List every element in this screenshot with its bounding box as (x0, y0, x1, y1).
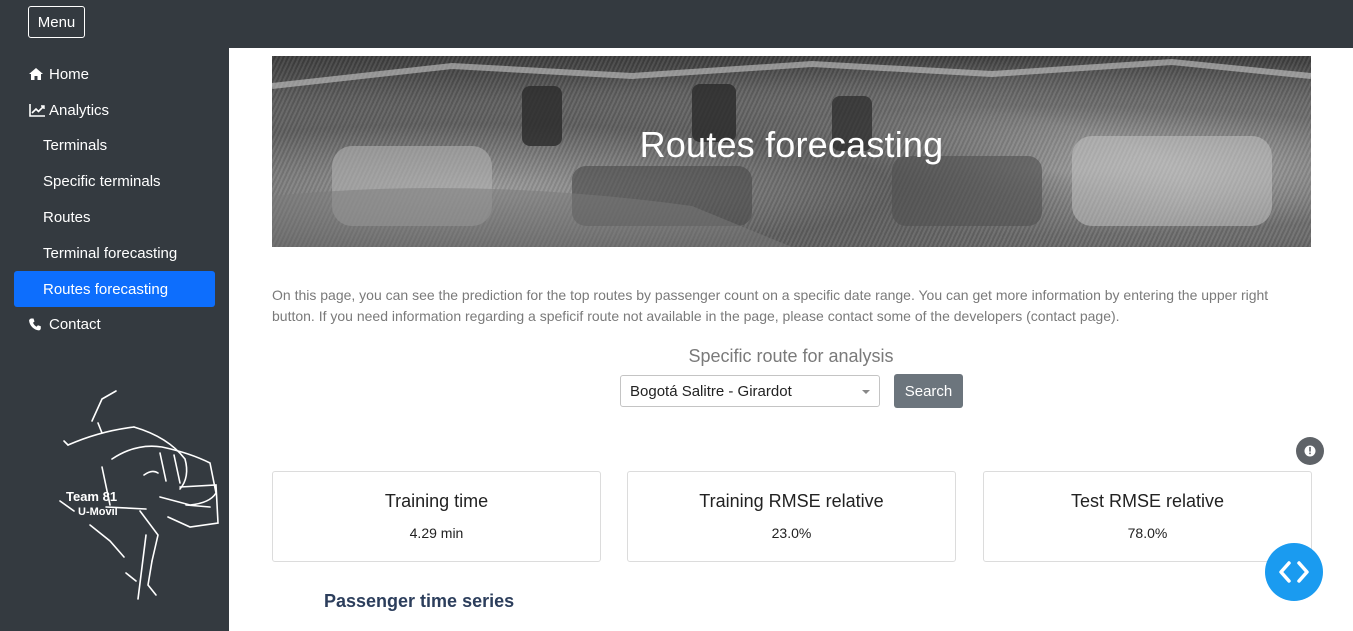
info-icon (1304, 445, 1316, 457)
main-content: Routes forecasting On this page, you can… (229, 48, 1353, 631)
metric-title: Training time (384, 491, 489, 511)
menu-button[interactable]: Menu (28, 6, 85, 38)
search-button[interactable]: Search (894, 374, 963, 408)
metric-value: 4.29 min (409, 525, 464, 541)
metric-title: Test RMSE relative (1070, 491, 1225, 511)
sidebar-item-label: Analytics (49, 101, 110, 119)
metric-value: 78.0% (1127, 525, 1168, 541)
sidebar-item-label: Home (49, 65, 90, 83)
sidebar: Home Analytics Terminals Specific termin… (0, 48, 229, 631)
page-title: Routes forecasting (639, 124, 944, 165)
info-button[interactable] (1296, 437, 1324, 465)
code-toggle-button[interactable] (1265, 543, 1323, 601)
metric-value: 23.0% (771, 525, 812, 541)
sidebar-item-routes[interactable]: Routes (14, 199, 215, 235)
metric-card-test-rmse: Test RMSE relative 78.0% (983, 471, 1312, 562)
sidebar-item-label: Terminals (43, 136, 108, 154)
route-select[interactable]: Bogotá Salitre - Girardot (620, 375, 880, 407)
home-icon (29, 67, 45, 81)
chart-line-icon (29, 103, 45, 117)
sidebar-item-routes-forecasting[interactable]: Routes forecasting (14, 271, 215, 307)
sidebar-item-label: Routes (43, 208, 91, 226)
sidebar-item-label: Terminal forecasting (43, 244, 178, 262)
metric-title: Training RMSE relative (699, 491, 884, 511)
team-logo: Team 81 U-Movil (40, 385, 230, 610)
phone-icon (29, 317, 45, 331)
section-title: Passenger time series (324, 591, 515, 611)
logo-text-team: Team 81 (66, 489, 117, 504)
metric-card-training-time: Training time 4.29 min (272, 471, 601, 562)
route-select-value: Bogotá Salitre - Girardot (630, 382, 792, 400)
chevron-down-icon (862, 390, 870, 394)
sidebar-item-analytics[interactable]: Analytics (14, 92, 215, 128)
page-banner: Routes forecasting (272, 56, 1311, 247)
sidebar-item-label: Contact (49, 315, 101, 333)
metric-card-training-rmse: Training RMSE relative 23.0% (627, 471, 956, 562)
sidebar-item-terminals[interactable]: Terminals (14, 127, 215, 163)
sidebar-item-home[interactable]: Home (14, 56, 215, 92)
intro-text: On this page, you can see the prediction… (272, 287, 1269, 324)
sidebar-item-label: Specific terminals (43, 172, 161, 190)
sidebar-item-specific-terminals[interactable]: Specific terminals (14, 163, 215, 199)
sidebar-item-label: Routes forecasting (43, 280, 169, 298)
sidebar-item-contact[interactable]: Contact (14, 306, 215, 342)
route-filter-label: Specific route for analysis (688, 346, 894, 366)
code-brackets-icon (1279, 561, 1309, 583)
logo-text-umovil: U-Movil (78, 506, 118, 518)
sidebar-item-terminal-forecasting[interactable]: Terminal forecasting (14, 235, 215, 271)
top-navbar: Menu (0, 0, 1353, 48)
